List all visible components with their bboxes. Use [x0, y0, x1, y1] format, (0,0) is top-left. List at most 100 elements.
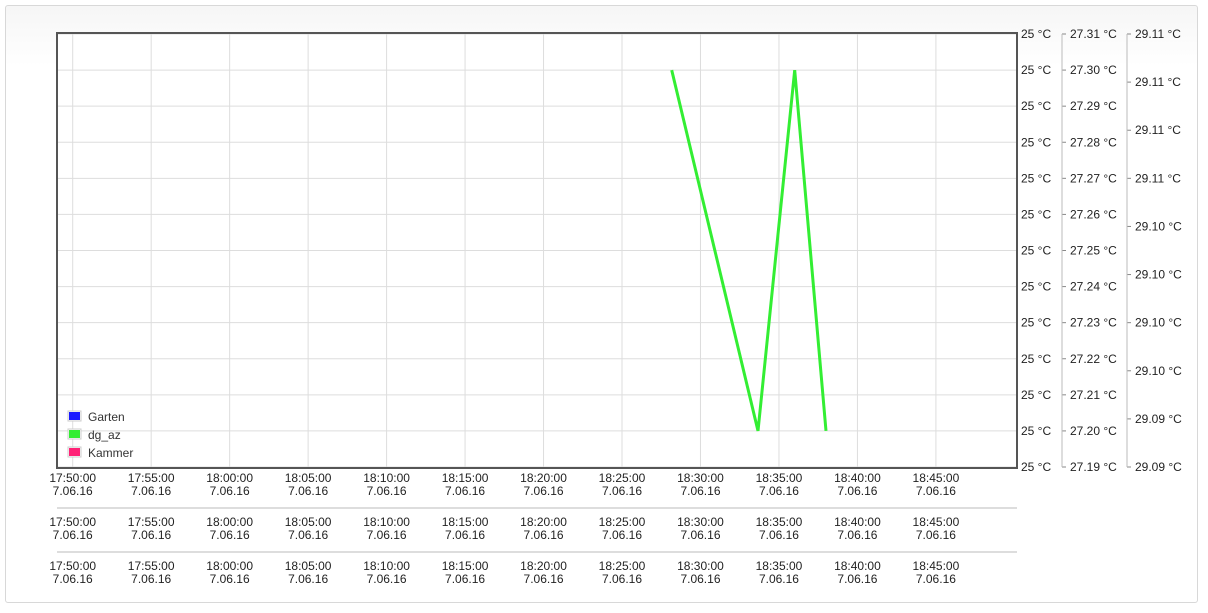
- x-axis-1-tick-label: 18:10:00: [363, 471, 410, 485]
- x-axis-1-tick-date: 7.06.16: [759, 484, 799, 498]
- y-axis-3-tick-label: 29.10 °C: [1135, 219, 1182, 233]
- legend-swatch-garten: [69, 412, 80, 420]
- x-axis-1-tick-label: 17:50:00: [49, 471, 96, 485]
- y-axis-1-tick-label: 25 °C: [1021, 424, 1051, 438]
- y-axis-2-tick-label: 27.22 °C: [1070, 352, 1117, 366]
- x-axis-3-tick-date: 7.06.16: [916, 572, 956, 586]
- x-axis-2-tick-label: 18:30:00: [677, 515, 724, 529]
- y-axis-1-tick-label: 25 °C: [1021, 244, 1051, 258]
- y-axis-2-tick-label: 27.21 °C: [1070, 388, 1117, 402]
- x-axis-2-tick-label: 18:25:00: [599, 515, 646, 529]
- x-axis-3-tick-date: 7.06.16: [131, 572, 171, 586]
- x-axis-1-tick-date: 7.06.16: [916, 484, 956, 498]
- y-axis-3-tick-label: 29.11 °C: [1135, 75, 1181, 89]
- x-axis-3-tick-date: 7.06.16: [759, 572, 799, 586]
- x-axis-1-tick-date: 7.06.16: [602, 484, 642, 498]
- x-axis-3-tick-date: 7.06.16: [367, 572, 407, 586]
- x-axis-1-tick-date: 7.06.16: [288, 484, 328, 498]
- x-axis-2-tick-label: 18:10:00: [363, 515, 410, 529]
- y-axis-1-tick-label: 25 °C: [1021, 352, 1051, 366]
- x-axis-2-tick-date: 7.06.16: [53, 528, 93, 542]
- y-axis-1-tick-label: 25 °C: [1021, 63, 1051, 77]
- x-axis-2-tick-date: 7.06.16: [367, 528, 407, 542]
- x-axis-1-tick-label: 18:00:00: [206, 471, 253, 485]
- y-axis-2-tick-label: 27.29 °C: [1070, 99, 1117, 113]
- y-axis-3-tick-label: 29.11 °C: [1135, 27, 1181, 41]
- x-axis-2-tick-label: 18:40:00: [834, 515, 881, 529]
- y-axis-3-tick-label: 29.10 °C: [1135, 268, 1182, 282]
- y-axis-2-tick-label: 27.27 °C: [1070, 171, 1117, 185]
- y-axis-2-tick-label: 27.26 °C: [1070, 207, 1117, 221]
- x-axis-1-tick-label: 18:35:00: [756, 471, 803, 485]
- x-axis-2-tick-label: 18:15:00: [442, 515, 489, 529]
- x-axis-3-tick-date: 7.06.16: [524, 572, 564, 586]
- x-axis-2-tick-date: 7.06.16: [837, 528, 877, 542]
- x-axis-2-tick-label: 18:35:00: [756, 515, 803, 529]
- legend-label-dg_az: dg_az: [88, 428, 121, 442]
- y-axis-2-tick-label: 27.23 °C: [1070, 316, 1117, 330]
- x-axis-2-tick-date: 7.06.16: [524, 528, 564, 542]
- x-axis-2-tick-date: 7.06.16: [602, 528, 642, 542]
- y-axis-3-tick-label: 29.09 °C: [1135, 412, 1182, 426]
- x-axis-3-tick-label: 18:35:00: [756, 559, 803, 573]
- x-axis-1-tick-date: 7.06.16: [837, 484, 877, 498]
- x-axis-1-tick-label: 18:20:00: [520, 471, 567, 485]
- x-axis-2-tick-label: 18:00:00: [206, 515, 253, 529]
- legend-swatch-kammer: [69, 448, 80, 456]
- y-axis-3-tick-label: 29.10 °C: [1135, 316, 1182, 330]
- x-axis-2-tick-date: 7.06.16: [210, 528, 250, 542]
- x-axis-3-tick-date: 7.06.16: [53, 572, 93, 586]
- x-axis-1-tick-date: 7.06.16: [210, 484, 250, 498]
- x-axis-2-tick-label: 17:50:00: [49, 515, 96, 529]
- x-axis-3-tick-label: 18:30:00: [677, 559, 724, 573]
- y-axis-2-tick-label: 27.25 °C: [1070, 244, 1117, 258]
- x-axis-3-tick-label: 17:55:00: [128, 559, 175, 573]
- x-axis-2-tick-label: 18:05:00: [285, 515, 332, 529]
- x-axis-3-tick-date: 7.06.16: [837, 572, 877, 586]
- x-axis-1-tick-date: 7.06.16: [680, 484, 720, 498]
- x-axis-3-tick-date: 7.06.16: [288, 572, 328, 586]
- x-axis-1-tick-label: 17:55:00: [128, 471, 175, 485]
- x-axis-1-tick-label: 18:15:00: [442, 471, 489, 485]
- x-axis-2-tick-date: 7.06.16: [680, 528, 720, 542]
- x-axis-1-tick-date: 7.06.16: [524, 484, 564, 498]
- x-axis-1-tick-label: 18:45:00: [913, 471, 960, 485]
- x-axis-1-tick-date: 7.06.16: [445, 484, 485, 498]
- y-axis-2-tick-label: 27.20 °C: [1070, 424, 1117, 438]
- y-axis-1-tick-label: 25 °C: [1021, 99, 1051, 113]
- x-axis-2-tick-label: 17:55:00: [128, 515, 175, 529]
- x-axis-2-tick-date: 7.06.16: [131, 528, 171, 542]
- x-axis-1-tick-label: 18:05:00: [285, 471, 332, 485]
- y-axis-1-tick-label: 25 °C: [1021, 316, 1051, 330]
- x-axis-3-tick-label: 18:25:00: [599, 559, 646, 573]
- y-axis-2-tick-label: 27.30 °C: [1070, 63, 1117, 77]
- y-axis-3-tick-label: 29.11 °C: [1135, 123, 1181, 137]
- y-axis-1-tick-label: 25 °C: [1021, 460, 1051, 474]
- x-axis-3-tick-label: 18:40:00: [834, 559, 881, 573]
- y-axis-2-tick-label: 27.24 °C: [1070, 280, 1117, 294]
- x-axis-3-tick-label: 18:20:00: [520, 559, 567, 573]
- y-axis-3-tick-label: 29.10 °C: [1135, 364, 1182, 378]
- y-axis-1-tick-label: 25 °C: [1021, 135, 1051, 149]
- x-axis-2-tick-date: 7.06.16: [445, 528, 485, 542]
- y-axis-2-tick-label: 27.28 °C: [1070, 135, 1117, 149]
- x-axis-2-tick-label: 18:45:00: [913, 515, 960, 529]
- x-axis-3-tick-date: 7.06.16: [445, 572, 485, 586]
- y-axis-1-tick-label: 25 °C: [1021, 27, 1051, 41]
- x-axis-3-tick-label: 18:05:00: [285, 559, 332, 573]
- x-axis-3-tick-date: 7.06.16: [210, 572, 250, 586]
- y-axis-3-tick-label: 29.09 °C: [1135, 460, 1182, 474]
- line-chart: 25 °C 25 °C 25 °C 25 °C 25 °C 25 °C 25 °C 25 °C…: [49, 27, 1182, 586]
- legend-label-kammer: Kammer: [88, 446, 133, 460]
- x-axis-1-tick-date: 7.06.16: [53, 484, 93, 498]
- x-axis-3-tick-label: 18:10:00: [363, 559, 410, 573]
- x-axis-3-tick-label: 18:15:00: [442, 559, 489, 573]
- x-axis-3-tick-label: 18:45:00: [913, 559, 960, 573]
- x-axis-1-tick-date: 7.06.16: [131, 484, 171, 498]
- y-axis-1-tick-label: 25 °C: [1021, 207, 1051, 221]
- x-axis-2-tick-date: 7.06.16: [288, 528, 328, 542]
- y-axis-3-tick-label: 29.11 °C: [1135, 171, 1181, 185]
- x-axis-3-tick-date: 7.06.16: [680, 572, 720, 586]
- x-axis-2-tick-date: 7.06.16: [916, 528, 956, 542]
- legend-swatch-dg_az: [69, 430, 80, 438]
